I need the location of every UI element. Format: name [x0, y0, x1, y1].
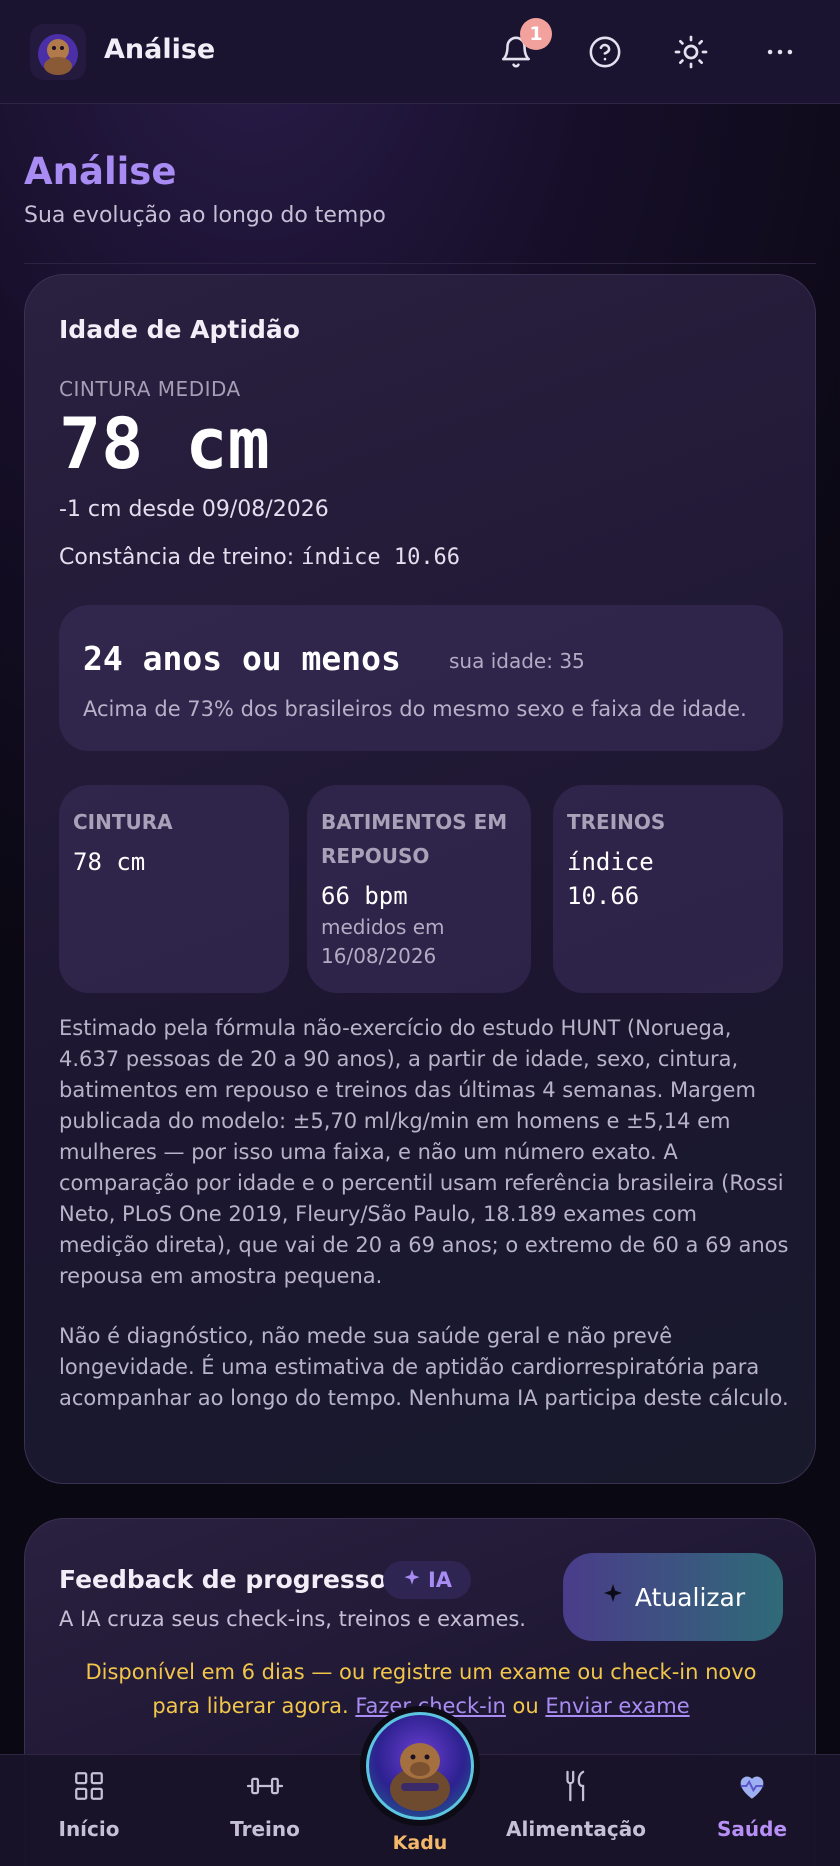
or-text: ou — [512, 1694, 539, 1718]
nav-label: Treino — [230, 1817, 300, 1841]
more-icon[interactable] — [758, 30, 802, 74]
sparkle-icon — [601, 1582, 625, 1612]
page-subtitle: Sua evolução ao longo do tempo — [24, 203, 386, 228]
help-icon[interactable] — [583, 30, 627, 74]
app-logo[interactable] — [30, 24, 86, 80]
stat-resting-hr: BATIMENTOS EM REPOUSO 66 bpm medidos em … — [307, 785, 531, 993]
kadu-label: Kadu — [392, 1832, 448, 1854]
ia-badge: IA — [383, 1561, 471, 1599]
nav-item-alimentacao[interactable]: Alimentação — [506, 1769, 646, 1841]
measure-value: 78 cm — [59, 403, 270, 485]
feedback-title: Feedback de progresso — [59, 1565, 387, 1594]
stat-workouts: TREINOS índice 10.66 — [553, 785, 783, 993]
percentile-text: Acima de 73% dos brasileiros do mesmo se… — [83, 697, 747, 721]
stat-value: 78 cm — [73, 848, 146, 876]
grid-icon — [72, 1769, 106, 1807]
page-title: Análise — [24, 150, 177, 193]
measure-label: CINTURA MEDIDA — [59, 377, 241, 401]
update-button[interactable]: Atualizar — [563, 1553, 783, 1641]
nav-item-inicio[interactable]: Início — [54, 1769, 124, 1841]
stat-note: medidos em 16/08/2026 — [321, 915, 445, 968]
divider — [24, 263, 816, 264]
heart-pulse-icon — [732, 1769, 772, 1807]
stat-label: TREINOS — [567, 810, 666, 834]
ia-label: IA — [427, 1568, 453, 1592]
dumbbell-icon — [245, 1769, 285, 1807]
app-title: Análise — [104, 34, 216, 65]
send-exam-link[interactable]: Enviar exame — [545, 1694, 689, 1718]
fitness-age-result: 24 anos ou menos sua idade: 35 Acima de … — [59, 605, 783, 751]
nav-item-saude[interactable]: Saúde — [710, 1769, 794, 1841]
stat-label: BATIMENTOS EM REPOUSO — [321, 810, 508, 868]
stat-label: CINTURA — [73, 810, 173, 834]
constancy-value: índice 10.66 — [301, 545, 461, 570]
nav-item-treino[interactable]: Treino — [222, 1769, 308, 1841]
disclaimer-text: Não é diagnóstico, não mede sua saúde ge… — [59, 1324, 789, 1410]
update-label: Atualizar — [634, 1582, 746, 1612]
measure-delta: -1 cm desde 09/08/2026 — [59, 497, 329, 522]
feedback-subtitle: A IA cruza seus check-ins, treinos e exa… — [59, 1607, 526, 1631]
kadu-avatar — [366, 1712, 474, 1820]
card-title: Idade de Aptidão — [59, 315, 300, 344]
constancy-label: Constância de treino: — [59, 545, 295, 570]
sparkle-icon — [402, 1568, 422, 1593]
top-bar: Análise 1 — [0, 0, 840, 104]
kadu-button[interactable] — [360, 1706, 480, 1826]
fitness-age-card: Idade de Aptidão CINTURA MEDIDA 78 cm -1… — [24, 274, 816, 1484]
method-text: Estimado pela fórmula não-exercício do e… — [59, 1016, 789, 1288]
fitness-age-value: 24 anos ou menos — [83, 639, 401, 678]
nav-label: Início — [58, 1817, 120, 1841]
notification-badge: 1 — [520, 18, 552, 50]
nav-label: Saúde — [716, 1817, 788, 1841]
theme-sun-icon[interactable] — [669, 30, 713, 74]
real-age: sua idade: 35 — [449, 649, 585, 673]
fork-knife-icon — [559, 1769, 593, 1807]
stat-waist: CINTURA 78 cm — [59, 785, 289, 993]
nav-label: Alimentação — [506, 1817, 646, 1841]
constancy-row: Constância de treino: índice 10.66 — [59, 545, 460, 570]
stat-value: 66 bpm — [321, 882, 408, 910]
stat-value: índice 10.66 — [567, 848, 654, 910]
